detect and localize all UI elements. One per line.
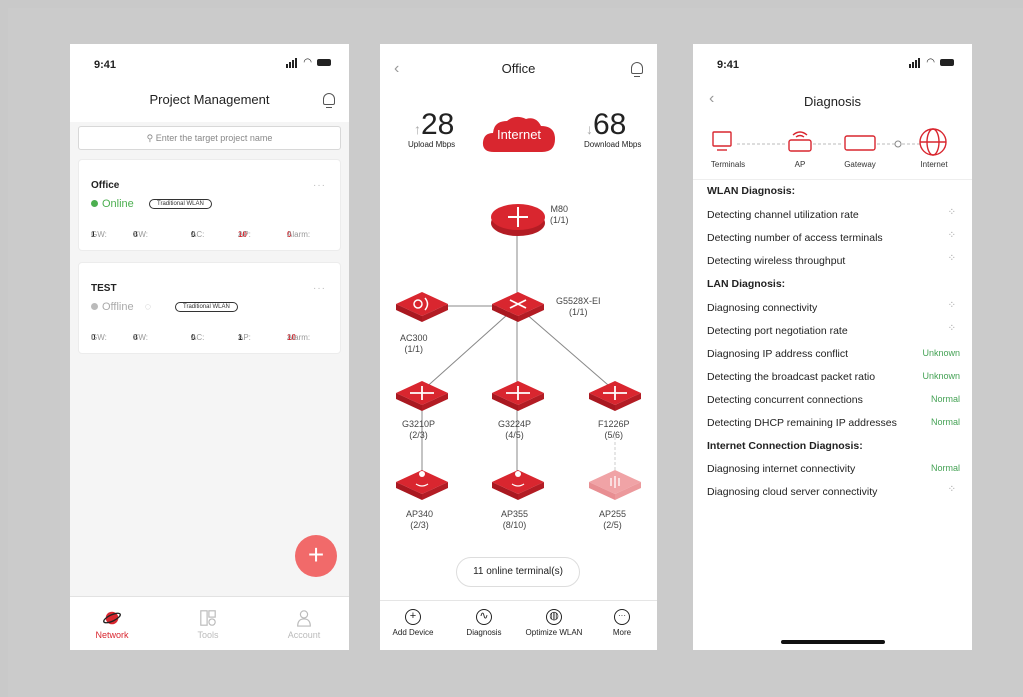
add-device-button[interactable]: + Add Device [388, 609, 438, 637]
project-name: Office [91, 180, 120, 191]
node-g3224p[interactable]: G3224P (4/5) [498, 419, 531, 441]
loading-icon: ⁘ [947, 300, 956, 311]
bottom-tab-bar: Network Tools Account [70, 596, 349, 650]
tab-network[interactable]: Network [82, 609, 142, 640]
status-icons: ◠ [286, 56, 331, 68]
search-icon: ⚲ [146, 133, 154, 143]
gateway-icon-label: Gateway [844, 160, 876, 169]
project-card-test[interactable]: TEST ··· Offline ◌ Traditional WLAN GW: … [78, 262, 341, 354]
status-online: Online [91, 198, 134, 210]
loading-icon: ⁘ [947, 484, 956, 495]
access-point-icon [492, 470, 544, 500]
node-ap255[interactable]: AP255 (2/5) [599, 509, 626, 531]
diagnosis-row: Diagnosing IP address conflict Unknown [707, 348, 960, 360]
plus-circle-icon: + [405, 609, 421, 625]
online-terminals-button[interactable]: 11 online terminal(s) [456, 557, 580, 587]
battery-icon [317, 58, 331, 66]
tab-tools[interactable]: Tools [178, 609, 238, 640]
project-name: TEST [91, 283, 117, 294]
project-management-screen: 9:41 ◠ Project Management ⚲ Enter the ta… [70, 44, 349, 650]
more-icon[interactable]: ··· [313, 180, 326, 191]
more-button[interactable]: ··· More [602, 609, 642, 637]
divider [693, 179, 972, 180]
internet-icon-label: Internet [920, 160, 948, 169]
loading-icon: ⁘ [947, 253, 956, 264]
offline-access-point-icon [589, 470, 641, 500]
section-heading: WLAN Diagnosis: [707, 185, 796, 197]
node-m80[interactable]: M80 (1/1) [550, 204, 569, 226]
diagnosis-row: Detecting concurrent connections Normal [707, 394, 960, 406]
project-card-office[interactable]: Office ··· Online Traditional WLAN GW: 1… [78, 159, 341, 251]
bottom-action-bar: + Add Device ∿ Diagnosis ◍ Optimize WLAN ··… [380, 600, 657, 650]
diagnosis-row: Detecting the broadcast packet ratio Unkn… [707, 371, 960, 383]
diagnosis-row: Detecting DHCP remaining IP addresses Nor… [707, 417, 960, 429]
project-tag: Traditional WLAN [149, 199, 212, 209]
bell-icon[interactable] [323, 93, 335, 108]
ac-icon [396, 292, 448, 322]
loading-icon: ⁘ [947, 207, 956, 218]
diagnosis-row: Detecting number of access terminals ⁘ [707, 230, 956, 244]
terminals-icon-label: Terminals [710, 160, 746, 169]
page-title: Diagnosis [803, 94, 862, 109]
home-indicator [781, 640, 885, 644]
section-heading: LAN Diagnosis: [707, 278, 786, 290]
add-project-button[interactable]: + [295, 535, 337, 577]
page-title: Project Management [149, 92, 270, 107]
switch-icon [492, 381, 544, 411]
core-switch-icon [492, 292, 544, 322]
node-g3210p[interactable]: G3210P (2/3) [402, 419, 435, 441]
optimize-wlan-button[interactable]: ◍ Optimize WLAN [516, 609, 592, 637]
account-icon [297, 610, 311, 627]
access-point-icon [396, 470, 448, 500]
ap-icon-label: AP [794, 160, 806, 169]
diagnosis-screen: 9:41 ◠ ‹ Diagnosis Terminals AP Gateway … [693, 44, 972, 650]
project-tag: Traditional WLAN [175, 302, 238, 312]
node-core-switch[interactable]: G5528X-EI (1/1) [556, 296, 601, 318]
diagnosis-topology [712, 128, 947, 156]
switch-icon [396, 381, 448, 411]
planet-icon [103, 611, 121, 625]
status-offline: Offline ◌ [91, 301, 151, 313]
battery-icon [940, 58, 954, 66]
network-topology-screen: ‹ Office ↑28 Upload Mbps Internet ↓68 Do… [380, 44, 657, 650]
router-icon [491, 204, 545, 236]
tab-account[interactable]: Account [274, 609, 334, 640]
node-ap355[interactable]: AP355 (8/10) [501, 509, 528, 531]
diagnosis-row: Diagnosing internet connectivity Normal [707, 463, 960, 475]
loading-icon: ◌ [144, 301, 152, 313]
diagnosis-row: Detecting wireless throughput ⁘ [707, 253, 956, 267]
diagnosis-row: Detecting port negotiation rate ⁘ [707, 323, 956, 337]
diagnosis-button[interactable]: ∿ Diagnosis [456, 609, 512, 637]
node-ap340[interactable]: AP340 (2/3) [406, 509, 433, 531]
more-icon[interactable]: ··· [313, 283, 326, 294]
node-ac300[interactable]: AC300 (1/1) [400, 333, 428, 355]
loading-icon: ⁘ [947, 323, 956, 334]
search-input[interactable]: ⚲ Enter the target project name [78, 126, 341, 150]
status-icons: ◠ [909, 56, 954, 68]
status-time: 9:41 [717, 59, 740, 71]
more-icon: ··· [614, 609, 630, 625]
section-heading: Internet Connection Diagnosis: [707, 440, 863, 452]
diagnosis-row: Diagnosing connectivity ⁘ [707, 300, 956, 314]
loading-icon: ⁘ [947, 230, 956, 241]
switch-icon [589, 381, 641, 411]
node-f1226p[interactable]: F1226P (5/6) [598, 419, 630, 441]
optimize-icon: ◍ [546, 609, 562, 625]
pulse-icon: ∿ [476, 609, 492, 625]
status-time: 9:41 [94, 59, 117, 71]
diagnosis-row: Detecting channel utilization rate ⁘ [707, 207, 956, 221]
tools-icon [200, 610, 216, 626]
diagnosis-row: Diagnosing cloud server connectivity ⁘ [707, 484, 956, 498]
